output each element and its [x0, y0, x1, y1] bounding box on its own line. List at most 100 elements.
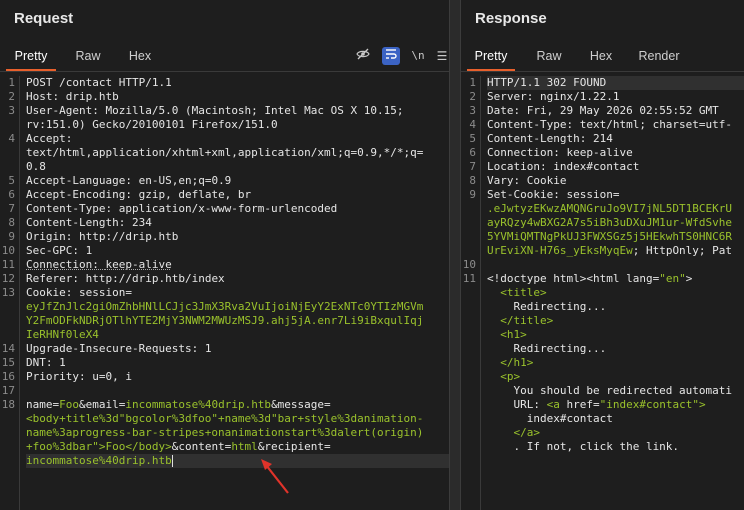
line-number: 18: [1, 398, 15, 411]
eye-slash-icon[interactable]: [354, 47, 372, 65]
response-line-numbers: 1 2 3 4 5 6 7 8 9 10 11: [461, 76, 481, 510]
code-line[interactable]: User-Agent: Mozilla/5.0 (Macintosh; Inte…: [26, 104, 449, 118]
tab-request-hex[interactable]: Hex: [118, 42, 162, 72]
code-line[interactable]: Location: index#contact: [487, 160, 744, 174]
line-number: 3: [469, 104, 476, 117]
code-line[interactable]: Content-Type: application/x-www-form-url…: [26, 202, 449, 216]
code-line[interactable]: .eJwtyzEKwzAMQNGruJo9VI7jNL5DT1BCEKrU: [487, 202, 744, 216]
request-code[interactable]: POST /contact HTTP/1.1 Host: drip.htb User…: [26, 76, 449, 468]
code-line[interactable]: </h1>: [487, 356, 744, 370]
code-line[interactable]: Server: nginx/1.22.1: [487, 90, 744, 104]
code-line[interactable]: <body+title%3d"bgcolor%3dfoo"+name%3d"ba…: [26, 412, 449, 426]
code-line[interactable]: [26, 384, 449, 398]
code-line[interactable]: text/html,application/xhtml+xml,applicat…: [26, 146, 449, 160]
code-token: POST /contact HTTP/1.1: [26, 76, 172, 89]
code-line[interactable]: <h1>: [487, 328, 744, 342]
code-line[interactable]: eyJfZnJlc2giOmZhbHNlLCJjc3JmX3Rva2VuIjoi…: [26, 300, 449, 314]
tab-response-raw[interactable]: Raw: [527, 42, 571, 72]
line-number: [0, 440, 19, 454]
code-line[interactable]: rv:151.0) Gecko/20100101 Firefox/151.0: [26, 118, 449, 132]
tab-request-raw[interactable]: Raw: [66, 42, 110, 72]
code-line[interactable]: Accept:: [26, 132, 449, 146]
code-line[interactable]: Host: drip.htb: [26, 90, 449, 104]
line-number: 10: [1, 244, 15, 257]
line-number: 2: [8, 90, 15, 103]
line-number: [0, 328, 19, 342]
code-line[interactable]: index#contact: [487, 412, 744, 426]
line-number: [461, 440, 480, 454]
line-number: 7: [8, 202, 15, 215]
code-line[interactable]: </a>: [487, 426, 744, 440]
code-line[interactable]: POST /contact HTTP/1.1: [26, 76, 449, 90]
code-token: Cookie:: [26, 286, 79, 299]
code-line[interactable]: Redirecting...: [487, 300, 744, 314]
line-number: 14: [1, 342, 15, 355]
code-line[interactable]: Upgrade-Insecure-Requests: 1: [26, 342, 449, 356]
code-line[interactable]: Connection: keep-alive: [26, 258, 449, 272]
hamburger-menu-icon[interactable]: ☰: [433, 47, 449, 65]
code-line[interactable]: Content-Length: 214: [487, 132, 744, 146]
response-editor[interactable]: 1 2 3 4 5 6 7 8 9 10 11 HTTP/1.1 302 FOUND Server: …: [461, 76, 744, 510]
code-line[interactable]: incommatose%40drip.htb: [26, 454, 449, 468]
code-token: ayRQzy4wBXG2A7s5iBh3uDXuJM1ur-WfdSvhe: [487, 216, 733, 229]
request-editor[interactable]: 1 2 3 4 5 6 7 8 9 10 11 12 13 14 15 16 17 18 POST /contac…: [0, 76, 449, 510]
code-line[interactable]: +foo%3dbar">Foo</body>&content=html&reci…: [26, 440, 449, 454]
pane-splitter[interactable]: [449, 0, 461, 510]
response-code[interactable]: HTTP/1.1 302 FOUND Server: nginx/1.22.1 Da…: [487, 76, 744, 454]
code-line[interactable]: URL: <a href="index#contact">: [487, 398, 744, 412]
line-number: [461, 370, 480, 384]
code-line[interactable]: Origin: http://drip.htb: [26, 230, 449, 244]
newline-toggle-button[interactable]: \n: [408, 47, 428, 65]
code-line[interactable]: You should be redirected automati: [487, 384, 744, 398]
code-line[interactable]: <!doctype html><html lang="en">: [487, 272, 744, 286]
code-line[interactable]: 5YVMiQMTNgPkUJ3FWXSGz5j5HEkwhTS0HNC6R: [487, 230, 744, 244]
code-token: text/html,application/xhtml+xml,applicat…: [26, 146, 424, 159]
code-line[interactable]: <p>: [487, 370, 744, 384]
tab-request-pretty[interactable]: Pretty: [6, 42, 56, 72]
code-token: Content-Length:: [487, 132, 593, 145]
code-line[interactable]: Content-Length: 234: [26, 216, 449, 230]
code-line[interactable]: [487, 258, 744, 272]
code-token: drip.htb: [65, 90, 119, 103]
tab-response-hex[interactable]: Hex: [579, 42, 623, 72]
code-line[interactable]: ayRQzy4wBXG2A7s5iBh3uDXuJM1ur-WfdSvhe: [487, 216, 744, 230]
wrap-lines-icon[interactable]: [382, 47, 400, 65]
code-line[interactable]: Priority: u=0, i: [26, 370, 449, 384]
code-line[interactable]: Sec-GPC: 1: [26, 244, 449, 258]
request-tabs-divider: [0, 71, 449, 72]
code-token: <h1>: [500, 328, 527, 341]
code-line[interactable]: HTTP/1.1 302 FOUND: [487, 76, 744, 90]
code-line[interactable]: Vary: Cookie: [487, 174, 744, 188]
code-token: http://drip.htb/index: [85, 272, 225, 285]
code-line[interactable]: 0.8: [26, 160, 449, 174]
code-line[interactable]: Cookie: session=: [26, 286, 449, 300]
code-token: incommatose%40drip.htb: [125, 398, 272, 411]
code-line[interactable]: Accept-Encoding: gzip, deflate, br: [26, 188, 449, 202]
code-line[interactable]: Connection: keep-alive: [487, 146, 744, 160]
code-line[interactable]: Date: Fri, 29 May 2026 02:55:52 GMT: [487, 104, 744, 118]
code-line[interactable]: . If not, click the link.: [487, 440, 744, 454]
code-token: Vary:: [487, 174, 527, 187]
code-line[interactable]: DNT: 1: [26, 356, 449, 370]
code-token: name=: [26, 398, 60, 411]
code-line[interactable]: <title>: [487, 286, 744, 300]
code-line[interactable]: Y2FmODFkNDRjOTlhYTE2MjY3NWM2MWUzMSJ9.ahj…: [26, 314, 449, 328]
tab-response-pretty[interactable]: Pretty: [467, 42, 515, 72]
code-token: UrEviXN-H76s_yEksMyqEw: [487, 244, 633, 257]
code-line[interactable]: Accept-Language: en-US,en;q=0.9: [26, 174, 449, 188]
code-line[interactable]: IeRHNf0leX4: [26, 328, 449, 342]
code-line[interactable]: </title>: [487, 314, 744, 328]
code-line[interactable]: name%3aprogress-bar-stripes+onanimations…: [26, 426, 449, 440]
line-number: [0, 118, 19, 132]
code-line[interactable]: name=Foo&email=incommatose%40drip.htb&me…: [26, 398, 449, 412]
code-line[interactable]: Content-Type: text/html; charset=utf-: [487, 118, 744, 132]
line-number: [461, 384, 480, 398]
code-line[interactable]: UrEviXN-H76s_yEksMyqEw; HttpOnly; Pat: [487, 244, 744, 258]
code-line[interactable]: Referer: http://drip.htb/index: [26, 272, 449, 286]
code-token: gzip, deflate, br: [138, 188, 252, 201]
code-line[interactable]: Redirecting...: [487, 342, 744, 356]
code-line[interactable]: Set-Cookie: session=: [487, 188, 744, 202]
tab-response-render[interactable]: Render: [633, 42, 685, 72]
code-token: &content=: [171, 440, 232, 453]
